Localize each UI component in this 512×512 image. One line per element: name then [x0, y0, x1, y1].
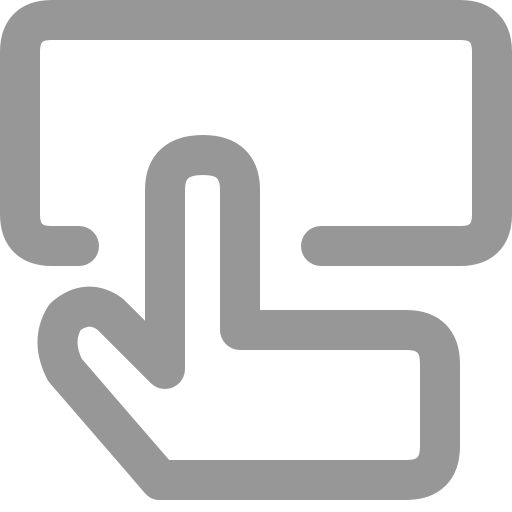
icon-canvas — [0, 0, 512, 512]
hand-outline — [37, 135, 460, 500]
touch-screen-tap-icon — [0, 0, 512, 500]
